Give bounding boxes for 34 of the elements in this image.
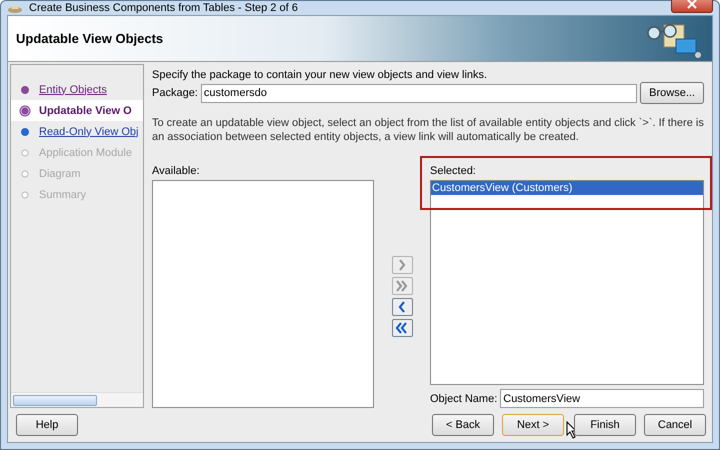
cursor-icon xyxy=(566,421,578,439)
object-name-field[interactable]: CustomersView xyxy=(500,389,704,408)
step-link[interactable]: Read-Only View Obj xyxy=(39,126,138,138)
chevron-icon xyxy=(395,322,409,334)
shuttle-button[interactable] xyxy=(392,318,412,336)
instructions-text: To create an updatable view object, select an object from the list of available entity objects and click `>`. If there is an association between selected entity objects, a view link will automatically be created. xyxy=(152,116,704,144)
help-button[interactable]: Help xyxy=(16,414,78,436)
step-node-icon xyxy=(19,146,31,158)
selected-list[interactable]: CustomersView (Customers) xyxy=(430,180,704,385)
back-button[interactable]: < Back xyxy=(432,414,494,436)
package-hint: Specify the package to contain your new view objects and view links. xyxy=(152,68,488,82)
object-name-label: Object Name: xyxy=(430,392,498,406)
package-field[interactable]: customersdo xyxy=(200,84,638,102)
step-node-icon xyxy=(19,126,31,138)
step-link[interactable]: Entity Objects xyxy=(39,84,107,96)
next-button[interactable]: Next > xyxy=(502,414,564,436)
package-label: Package: xyxy=(152,86,198,100)
close-button[interactable] xyxy=(671,0,713,13)
horizontal-scrollbar[interactable] xyxy=(11,392,143,407)
selected-label: Selected: xyxy=(430,164,477,178)
finish-button[interactable]: Finish xyxy=(574,414,636,436)
chevron-icon xyxy=(395,280,409,292)
shuttle-button[interactable] xyxy=(392,298,412,316)
step-node-icon xyxy=(19,84,31,96)
cancel-button[interactable]: Cancel xyxy=(644,414,706,436)
step-node-icon xyxy=(19,188,31,200)
available-label: Available: xyxy=(152,164,200,178)
close-icon xyxy=(687,0,697,9)
step-node-icon xyxy=(19,104,31,116)
step-node-icon xyxy=(19,168,31,180)
browse-button[interactable]: Browse... xyxy=(640,82,704,104)
window-title: Create Business Components from Tables - Step 2 of 6 xyxy=(29,2,299,14)
list-item[interactable]: CustomersView (Customers) xyxy=(431,181,703,195)
page-title: Updatable View Objects xyxy=(16,31,164,46)
